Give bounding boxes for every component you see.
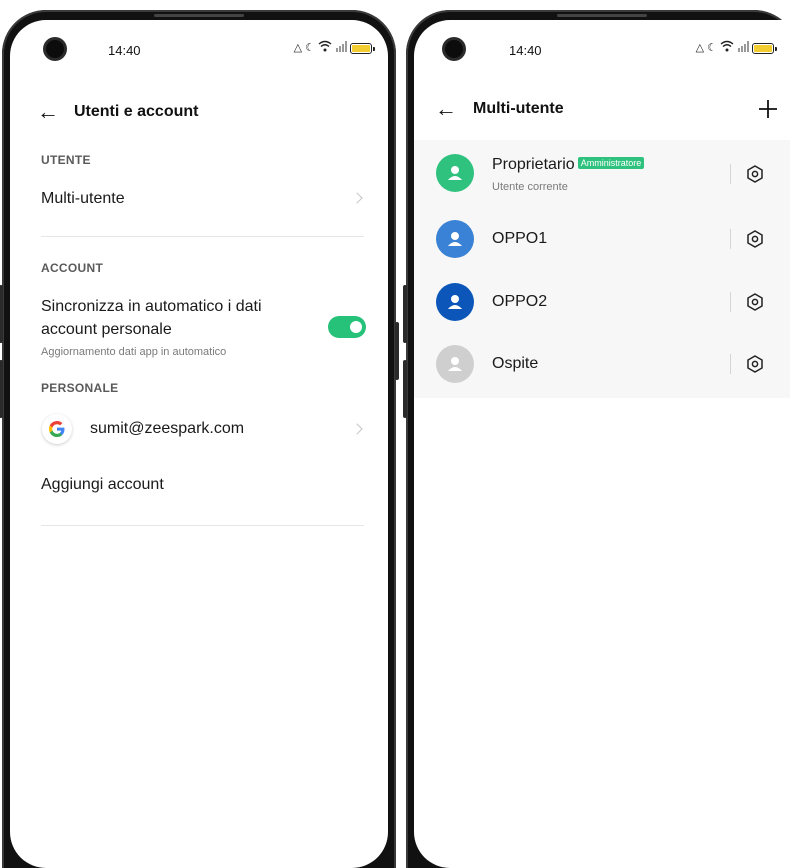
power-button [395, 322, 399, 380]
screen-multi-utente: 14:40 △ ☾ ← Multi-utente Proprietario Am… [414, 20, 790, 868]
earpiece-speaker [557, 14, 647, 17]
add-account-button[interactable]: Aggiungi account [41, 476, 164, 494]
data-saver-icon: △ [293, 42, 303, 54]
front-camera [46, 40, 64, 58]
vertical-separator [730, 164, 731, 184]
status-bar: 14:40 △ ☾ [414, 20, 790, 66]
admin-badge: Amministratore [577, 156, 645, 169]
section-header-personale: PERSONALE [41, 381, 119, 395]
phone-frame-left: 14:40 △ ☾ ← Utenti e account UTENTE Mult… [0, 10, 399, 868]
signal-icon [335, 40, 347, 56]
settings-gear-icon[interactable] [745, 292, 765, 312]
status-time: 14:40 [509, 43, 542, 58]
sync-subtitle: Aggiornamento dati app in automatico [41, 346, 227, 358]
battery-icon [350, 42, 375, 54]
screen-utenti-e-account: 14:40 △ ☾ ← Utenti e account UTENTE Mult… [10, 20, 388, 868]
sync-label-line2: account personale [41, 321, 172, 338]
settings-gear-icon[interactable] [745, 354, 765, 374]
google-account-email[interactable]: sumit@zeespark.com [90, 420, 244, 438]
user-name: OPPO1 [492, 230, 548, 247]
sync-label-line1: Sincronizza in automatico i dati [41, 298, 262, 315]
phone-frame-right: 14:40 △ ☾ ← Multi-utente Proprietario Am… [403, 10, 790, 868]
status-time: 14:40 [108, 43, 141, 58]
user-subtitle: Utente corrente [492, 181, 568, 193]
add-user-icon[interactable] [758, 89, 778, 129]
user-row-oppo1[interactable]: OPPO1 [414, 220, 790, 282]
settings-gear-icon[interactable] [745, 229, 765, 249]
divider [41, 525, 364, 526]
user-row-proprietario[interactable]: Proprietario Amministratore Utente corren… [414, 140, 790, 202]
do-not-disturb-icon: ☾ [305, 42, 315, 54]
chevron-right-icon [351, 192, 363, 204]
user-name-text: Proprietario [492, 156, 575, 173]
menu-item-multi-utente[interactable]: Multi-utente [41, 190, 125, 208]
data-saver-icon: △ [695, 42, 705, 54]
signal-icon [737, 40, 749, 56]
status-bar: 14:40 △ ☾ [10, 20, 388, 66]
page-title: Utenti e account [74, 103, 199, 120]
user-list: Proprietario Amministratore Utente corren… [414, 140, 790, 398]
user-name: Proprietario Amministratore [492, 156, 645, 174]
user-avatar-icon [436, 283, 474, 321]
user-row-oppo2[interactable]: OPPO2 [414, 283, 790, 345]
page-title: Multi-utente [473, 100, 564, 117]
google-logo-icon [42, 414, 72, 444]
volume-button [403, 360, 407, 418]
back-arrow-icon[interactable]: ← [36, 99, 60, 125]
battery-icon [752, 42, 777, 54]
front-camera [445, 40, 463, 58]
user-avatar-icon [436, 154, 474, 192]
user-avatar-icon [436, 345, 474, 383]
volume-button [403, 285, 407, 343]
chevron-right-icon [351, 423, 363, 435]
section-header-account: ACCOUNT [41, 261, 104, 275]
user-name: Ospite [492, 355, 539, 372]
do-not-disturb-icon: ☾ [707, 42, 717, 54]
settings-gear-icon[interactable] [745, 164, 765, 184]
user-name: OPPO2 [492, 293, 548, 310]
vertical-separator [730, 292, 731, 312]
vertical-separator [730, 229, 731, 249]
user-avatar-icon [436, 220, 474, 258]
status-icons: △ ☾ [293, 40, 375, 56]
status-icons: △ ☾ [695, 40, 777, 56]
earpiece-speaker [154, 14, 244, 17]
sync-toggle[interactable] [328, 316, 366, 338]
app-bar: ← Multi-utente [414, 89, 790, 129]
section-header-utente: UTENTE [41, 153, 91, 167]
app-bar: ← Utenti e account [10, 92, 388, 132]
back-arrow-icon[interactable]: ← [434, 96, 458, 122]
volume-button [0, 285, 3, 343]
vertical-separator [730, 354, 731, 374]
wifi-icon [318, 40, 332, 56]
user-row-ospite[interactable]: Ospite [414, 345, 790, 407]
wifi-icon [720, 40, 734, 56]
volume-button [0, 360, 3, 418]
divider [41, 236, 364, 237]
